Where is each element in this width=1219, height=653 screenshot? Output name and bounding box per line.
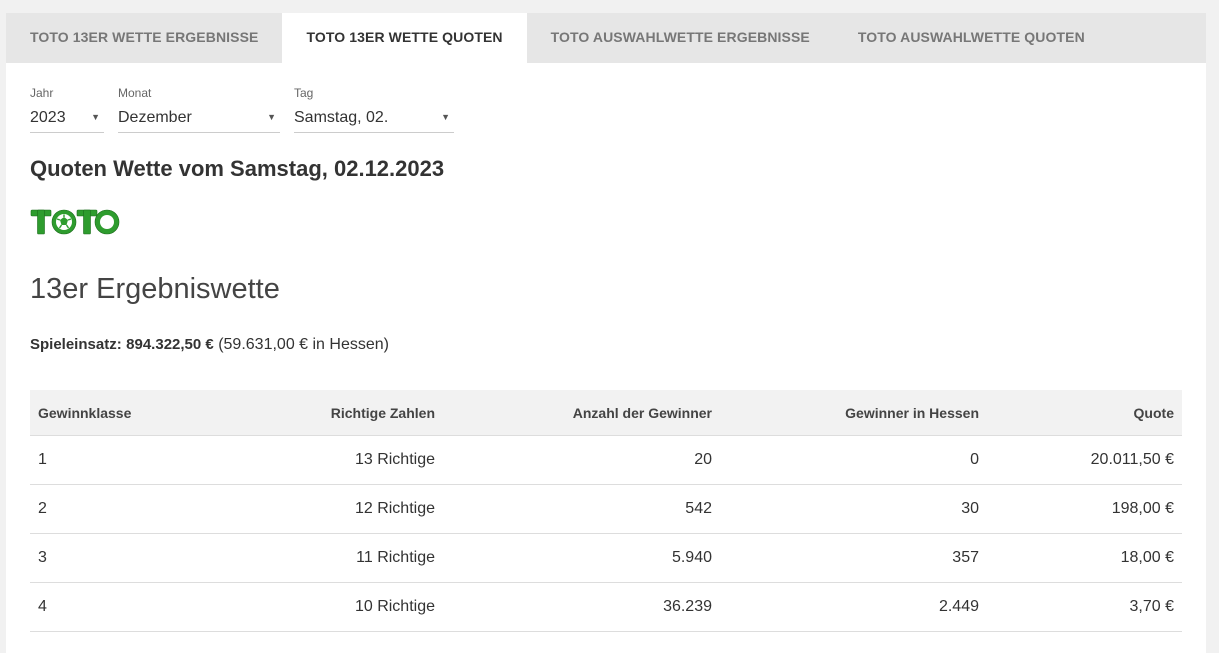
cell-anzahl: 36.239 xyxy=(443,582,720,632)
cell-richtige: 11 Richtige xyxy=(190,533,443,583)
col-richtige-zahlen: Richtige Zahlen xyxy=(190,390,443,436)
year-value: 2023 xyxy=(30,109,66,126)
cell-anzahl: 5.940 xyxy=(443,533,720,583)
cell-quote: 198,00 € xyxy=(987,484,1182,534)
table-header-row: Gewinnklasse Richtige Zahlen Anzahl der … xyxy=(30,390,1182,436)
cell-richtige: 12 Richtige xyxy=(190,484,443,534)
month-value: Dezember xyxy=(118,109,192,126)
table-row: 2 12 Richtige 542 30 198,00 € xyxy=(30,484,1182,534)
cell-gewinnklasse: 1 xyxy=(30,435,190,485)
cell-hessen: 2.449 xyxy=(720,582,987,632)
month-dropdown[interactable]: Dezember ▼ xyxy=(118,108,280,133)
tab-auswahlwette-ergebnisse[interactable]: TOTO AUSWAHLWETTE ERGEBNISSE xyxy=(527,13,834,63)
quoten-table: Gewinnklasse Richtige Zahlen Anzahl der … xyxy=(30,390,1182,632)
table-row: 1 13 Richtige 20 0 20.011,50 € xyxy=(30,435,1182,485)
month-select-label: Monat xyxy=(118,86,152,100)
cell-richtige: 13 Richtige xyxy=(190,435,443,485)
table-row: 3 11 Richtige 5.940 357 18,00 € xyxy=(30,533,1182,583)
page-title: Quoten Wette vom Samstag, 02.12.2023 xyxy=(30,156,445,181)
cell-anzahl: 542 xyxy=(443,484,720,534)
caret-down-icon: ▼ xyxy=(267,112,276,122)
toto-logo xyxy=(30,208,120,241)
stake-label: Spieleinsatz: xyxy=(30,336,122,353)
section-heading: 13er Ergebniswette xyxy=(30,273,280,305)
tab-13er-ergebnisse[interactable]: TOTO 13ER WETTE ERGEBNISSE xyxy=(6,13,282,63)
cell-quote: 18,00 € xyxy=(987,533,1182,583)
year-dropdown[interactable]: 2023 ▼ xyxy=(30,108,104,133)
cell-quote: 3,70 € xyxy=(987,582,1182,632)
caret-down-icon: ▼ xyxy=(91,112,100,122)
tab-13er-quoten[interactable]: TOTO 13ER WETTE QUOTEN xyxy=(282,13,527,63)
stake-hessen: (59.631,00 € in Hessen) xyxy=(218,336,389,353)
month-select: Monat Dezember ▼ xyxy=(118,86,280,133)
year-select-label: Jahr xyxy=(30,86,54,100)
cell-gewinnklasse: 4 xyxy=(30,582,190,632)
col-gewinnklasse: Gewinnklasse xyxy=(30,390,190,436)
day-dropdown[interactable]: Samstag, 02. ▼ xyxy=(294,108,454,133)
cell-hessen: 30 xyxy=(720,484,987,534)
day-select-label: Tag xyxy=(294,86,314,100)
cell-quote: 20.011,50 € xyxy=(987,435,1182,485)
cell-hessen: 0 xyxy=(720,435,987,485)
stake-amount: 894.322,50 € xyxy=(126,336,214,353)
cell-anzahl: 20 xyxy=(443,435,720,485)
cell-richtige: 10 Richtige xyxy=(190,582,443,632)
cell-gewinnklasse: 3 xyxy=(30,533,190,583)
col-quote: Quote xyxy=(987,390,1182,436)
day-select: Tag Samstag, 02. ▼ xyxy=(294,86,454,133)
page-frame: TOTO 13ER WETTE ERGEBNISSE TOTO 13ER WET… xyxy=(6,13,1206,653)
caret-down-icon: ▼ xyxy=(441,112,450,122)
cell-gewinnklasse: 2 xyxy=(30,484,190,534)
stake-info: Spieleinsatz: 894.322,50 € (59.631,00 € … xyxy=(30,336,389,354)
day-value: Samstag, 02. xyxy=(294,109,389,126)
year-select: Jahr 2023 ▼ xyxy=(30,86,104,133)
col-gewinner-hessen: Gewinner in Hessen xyxy=(720,390,987,436)
table-row: 4 10 Richtige 36.239 2.449 3,70 € xyxy=(30,582,1182,632)
tab-bar: TOTO 13ER WETTE ERGEBNISSE TOTO 13ER WET… xyxy=(6,13,1206,63)
tab-auswahlwette-quoten[interactable]: TOTO AUSWAHLWETTE QUOTEN xyxy=(834,13,1109,63)
col-anzahl-gewinner: Anzahl der Gewinner xyxy=(443,390,720,436)
cell-hessen: 357 xyxy=(720,533,987,583)
